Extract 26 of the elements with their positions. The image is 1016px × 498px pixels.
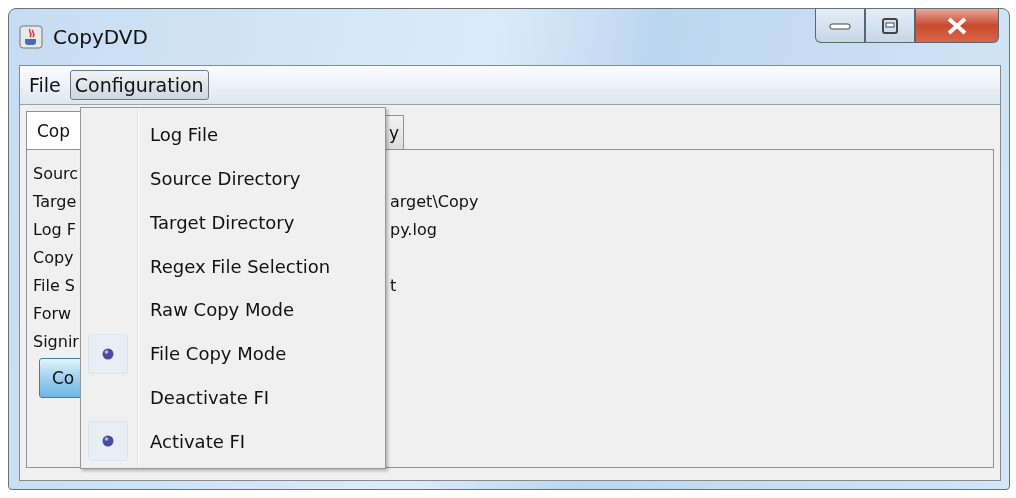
minimize-icon	[829, 20, 851, 31]
field-label: File S	[33, 275, 75, 297]
close-button[interactable]	[915, 9, 999, 43]
field-label: Targe	[33, 191, 77, 213]
menu-item[interactable]: Log File	[81, 113, 385, 157]
field-label: Forw	[33, 303, 72, 325]
field-value: arget\Copy	[390, 191, 479, 213]
menu-title[interactable]: File	[24, 70, 66, 100]
field-value: py.log	[390, 219, 437, 241]
field-value: t	[390, 275, 397, 297]
coffee-cup-icon	[19, 25, 43, 49]
close-icon	[946, 16, 968, 35]
menu-item[interactable]: Raw Copy Mode	[81, 288, 385, 332]
minimize-button[interactable]	[815, 9, 865, 43]
menu-item[interactable]: Regex File Selection	[81, 244, 385, 288]
menu-item[interactable]: Target Directory	[81, 200, 385, 245]
window-title: CopyDVD	[53, 25, 148, 49]
maximize-icon	[882, 17, 898, 34]
menu-item[interactable]: Source Directory	[81, 156, 385, 201]
menu-title[interactable]: Configuration	[69, 70, 209, 100]
field-label: Sourc	[33, 163, 79, 185]
menu-item[interactable]: Activate FI	[81, 419, 385, 463]
field-label: Copy	[33, 247, 74, 269]
maximize-button[interactable]	[865, 9, 915, 43]
field-label: Signir	[33, 331, 79, 353]
field-label: Log F	[33, 219, 76, 241]
